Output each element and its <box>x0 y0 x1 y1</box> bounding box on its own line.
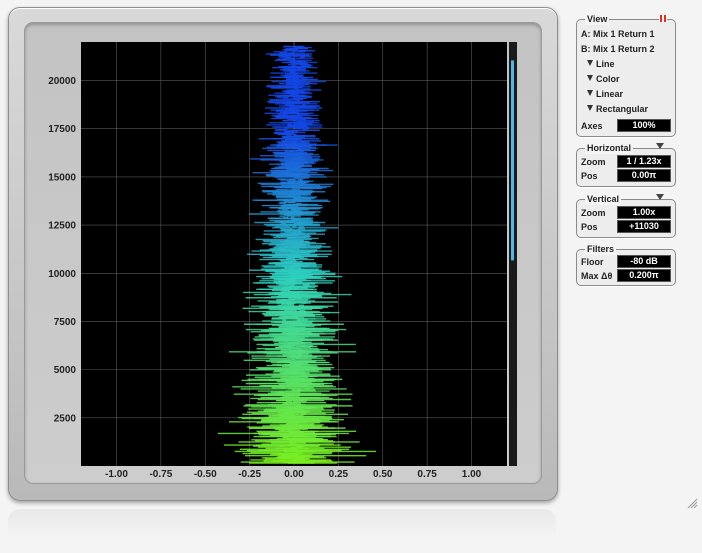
horizontal-zoom-label: Zoom <box>581 157 606 167</box>
vertical-pos-field[interactable]: +11030 <box>617 220 671 233</box>
axes-label: Axes <box>581 121 603 131</box>
filters-panel: Filters Floor -80 dB Max Δθ 0.200π <box>576 243 676 286</box>
coordinate-mode-dropdown[interactable]: Rectangular <box>587 103 648 115</box>
y-tick-label: 7500 <box>54 317 77 328</box>
line-mode-dropdown[interactable]: Line <box>587 58 615 70</box>
horizontal-panel-title: Horizontal <box>585 142 633 154</box>
resize-grip-icon[interactable] <box>686 497 698 509</box>
axes-field[interactable]: 100% <box>617 119 671 132</box>
chevron-down-icon <box>587 60 593 66</box>
x-tick-label: 1.00 <box>462 469 482 480</box>
x-tick-label: 0.50 <box>373 469 393 480</box>
vertical-zoom-field[interactable]: 1.00x <box>617 206 671 219</box>
scale-mode-label: Linear <box>596 89 624 99</box>
chevron-down-icon <box>587 105 593 111</box>
vertical-pos-label: Pos <box>581 222 598 232</box>
y-tick-label: 17500 <box>48 124 76 135</box>
x-tick-label: 0.25 <box>329 469 349 480</box>
horizontal-pos-field[interactable]: 0.00π <box>617 169 671 182</box>
color-mode-label: Color <box>596 74 620 84</box>
y-tick-label: 12500 <box>48 221 76 232</box>
filters-panel-title: Filters <box>585 243 617 255</box>
line-mode-label: Line <box>596 59 615 69</box>
source-b-label[interactable]: B: Mix 1 Return 2 <box>581 43 655 55</box>
floor-label: Floor <box>581 257 604 267</box>
color-mode-dropdown[interactable]: Color <box>587 73 620 85</box>
chevron-down-icon[interactable] <box>656 143 664 149</box>
horizontal-panel: Horizontal Zoom 1 / 1.23x Pos 0.00π <box>576 142 676 187</box>
vertical-zoom-label: Zoom <box>581 208 606 218</box>
x-tick-label: 0.00 <box>284 469 304 480</box>
x-tick-label: -0.25 <box>238 469 261 480</box>
y-tick-label: 2500 <box>54 413 77 424</box>
x-tick-label: -0.75 <box>149 469 172 480</box>
coordinate-mode-label: Rectangular <box>596 104 649 114</box>
chevron-down-icon <box>587 90 593 96</box>
pause-icon[interactable] <box>659 15 667 22</box>
x-tick-label: -1.00 <box>105 469 128 480</box>
y-tick-label: 15000 <box>48 172 76 183</box>
x-tick-label: 0.75 <box>417 469 437 480</box>
chevron-down-icon <box>587 75 593 81</box>
floor-field[interactable]: -80 dB <box>617 255 671 268</box>
y-tick-label: 5000 <box>54 365 77 376</box>
view-panel-title: View <box>585 13 610 25</box>
source-a-label[interactable]: A: Mix 1 Return 1 <box>581 28 655 40</box>
view-panel: View A: Mix 1 Return 1 B: Mix 1 Return 2… <box>576 13 676 137</box>
max-phase-delta-field[interactable]: 0.200π <box>617 269 671 282</box>
plot-scrollbar-thumb[interactable] <box>511 60 514 261</box>
horizontal-zoom-field[interactable]: 1 / 1.23x <box>617 155 671 168</box>
vertical-panel: Vertical Zoom 1.00x Pos +11030 <box>576 193 676 238</box>
y-tick-label: 20000 <box>48 76 76 87</box>
max-phase-delta-label: Max Δθ <box>581 271 613 281</box>
vertical-panel-title: Vertical <box>585 193 622 205</box>
y-tick-label: 10000 <box>48 269 76 280</box>
x-tick-label: -0.50 <box>194 469 217 480</box>
scale-mode-dropdown[interactable]: Linear <box>587 88 623 100</box>
horizontal-pos-label: Pos <box>581 171 598 181</box>
chevron-down-icon[interactable] <box>656 194 664 200</box>
